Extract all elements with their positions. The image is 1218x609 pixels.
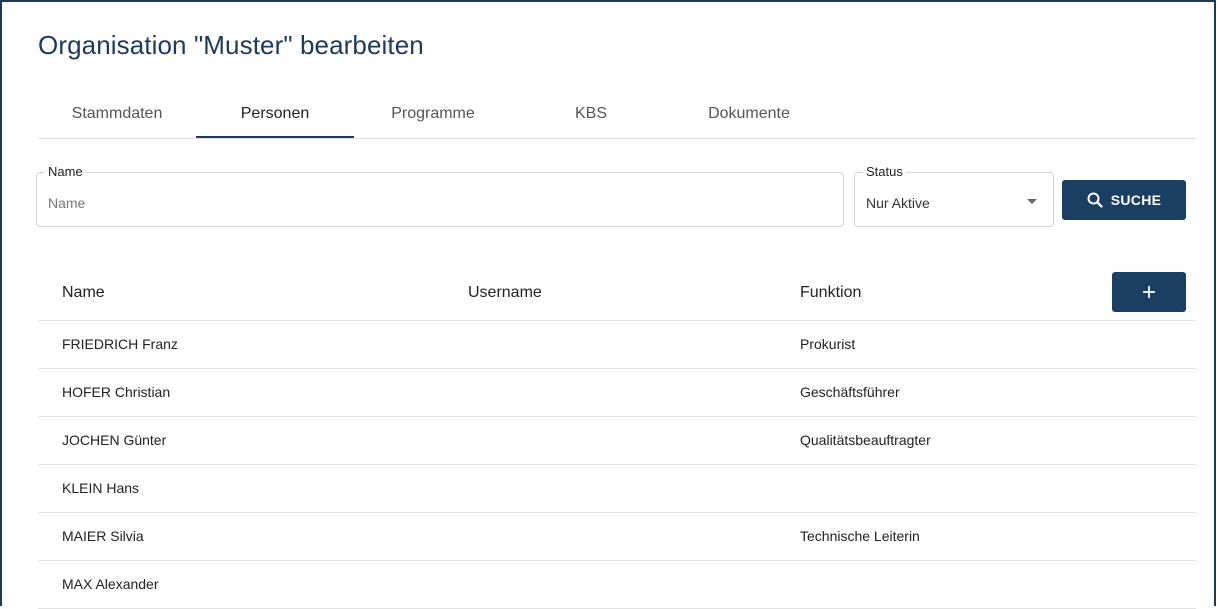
cell-funktion: Prokurist [800,336,856,352]
column-header-funktion[interactable]: Funktion [800,284,861,302]
chevron-down-icon [1027,199,1037,204]
tab-dokumente[interactable]: Dokumente [670,92,828,138]
page-frame: Organisation "Muster" bearbeiten Stammda… [0,0,1216,609]
cell-name: HOFER Christian [62,384,171,400]
table-header: Name Username Funktion [38,268,1196,321]
persons-table: Name Username Funktion FRIEDRICH Franz P… [38,268,1196,609]
page-title: Organisation "Muster" bearbeiten [38,30,424,60]
add-person-button[interactable] [1112,272,1186,312]
cell-name: MAX Alexander [62,576,159,592]
cell-name: MAIER Silvia [62,528,144,544]
name-filter-field: Name [36,165,844,227]
search-button[interactable]: SUCHE [1062,180,1186,220]
cell-name: KLEIN Hans [62,480,140,496]
cell-name: FRIEDRICH Franz [62,336,178,352]
search-icon [1087,192,1103,208]
table-row[interactable]: FRIEDRICH Franz Prokurist [38,321,1196,369]
status-select-value: Nur Aktive [866,195,930,211]
tab-programme[interactable]: Programme [354,92,512,138]
cell-name: JOCHEN Günter [62,432,167,448]
table-row[interactable]: MAX Alexander [38,561,1196,609]
column-header-name[interactable]: Name [62,284,105,302]
name-filter-legend: Name [45,165,86,179]
search-button-label: SUCHE [1110,192,1162,208]
status-select[interactable]: Status Nur Aktive [854,165,1054,227]
table-row[interactable]: HOFER Christian Geschäftsführer [38,369,1196,417]
tab-bar: Stammdaten Personen Programme KBS Dokume… [38,92,1196,139]
table-row[interactable]: KLEIN Hans [38,465,1196,513]
cell-funktion: Qualitätsbeauftragter [800,432,931,448]
cell-funktion: Geschäftsführer [800,384,900,400]
table-row[interactable]: JOCHEN Günter Qualitätsbeauftragter [38,417,1196,465]
tab-kbs[interactable]: KBS [512,92,670,138]
table-row[interactable]: MAIER Silvia Technische Leiterin [38,513,1196,561]
plus-icon [1143,286,1155,298]
name-filter-input[interactable] [48,195,808,211]
tab-personen[interactable]: Personen [196,92,354,138]
status-select-legend: Status [863,165,906,179]
tab-stammdaten[interactable]: Stammdaten [38,92,196,138]
column-header-username[interactable]: Username [468,284,542,302]
cell-funktion: Technische Leiterin [800,528,920,544]
